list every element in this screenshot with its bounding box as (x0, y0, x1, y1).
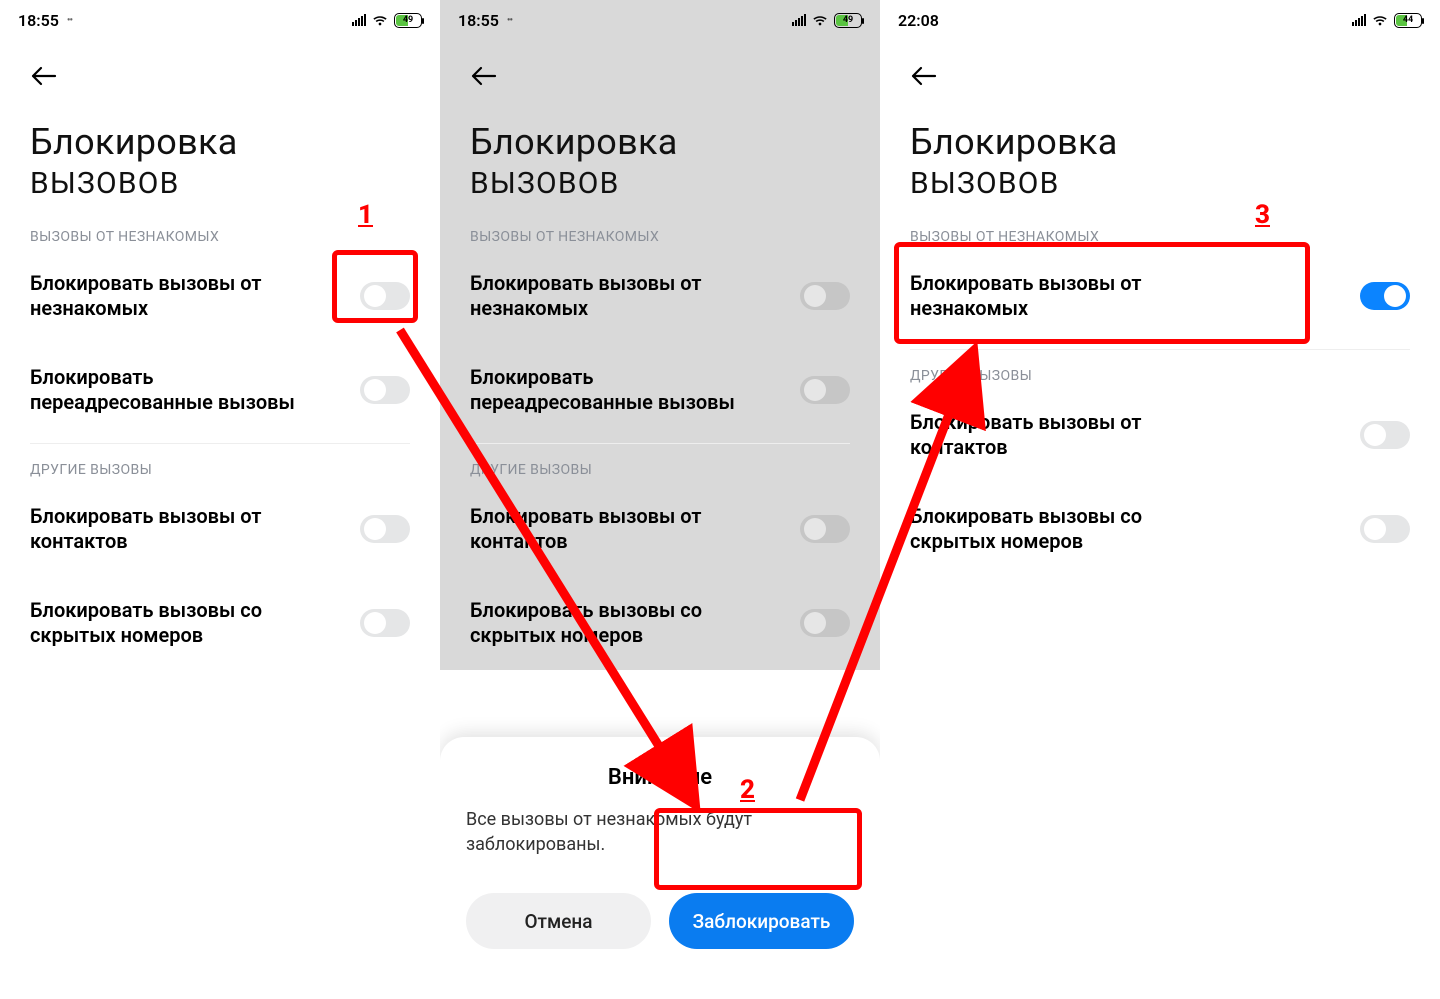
toggle-block-unknown[interactable] (1360, 282, 1410, 310)
dialog-title: Внимание (466, 765, 854, 790)
back-button[interactable] (910, 60, 942, 92)
row-block-hidden-label: Блокировать вызовы со скрытых номеров (910, 504, 1190, 554)
row-block-contacts[interactable]: Блокировать вызовы от контактов (30, 482, 410, 576)
divider (910, 349, 1410, 350)
toggle-block-contacts[interactable] (1360, 421, 1410, 449)
row-block-contacts-label: Блокировать вызовы от контактов (30, 504, 310, 554)
toggle-block-contacts[interactable] (800, 515, 850, 543)
status-dots: •• (67, 15, 72, 26)
page-title: Блокировка вызовов (910, 120, 1410, 203)
status-bar: 18:55 •• 49 (0, 0, 440, 40)
row-block-forwarded[interactable]: Блокировать переадресованные вызовы (470, 343, 850, 437)
status-bar: 22:08 44 (880, 0, 1440, 40)
row-block-forwarded-label: Блокировать переадресованные вызовы (470, 365, 750, 415)
toggle-block-hidden[interactable] (1360, 515, 1410, 543)
row-block-forwarded-label: Блокировать переадресованные вызовы (30, 365, 310, 415)
cancel-button[interactable]: Отмена (466, 893, 651, 949)
wifi-icon (372, 14, 388, 26)
row-block-hidden[interactable]: Блокировать вызовы со скрытых номеров (470, 576, 850, 670)
status-dots: •• (507, 15, 512, 26)
toggle-block-hidden[interactable] (800, 609, 850, 637)
toggle-block-unknown[interactable] (360, 282, 410, 310)
page-title: Блокировка вызовов (470, 120, 850, 203)
screen-2: 18:55 •• 49 Блокировка вызовов ВЫЗО (440, 0, 880, 999)
screen-3: 22:08 44 Блокировка вызовов ВЫЗОВЫ ОТ НЕ… (880, 0, 1440, 999)
row-block-hidden[interactable]: Блокировать вызовы со скрытых номеров (910, 482, 1410, 576)
row-block-forwarded[interactable]: Блокировать переадресованные вызовы (30, 343, 410, 437)
screen-1: 18:55 •• 49 Блокировка вызовов ВЫЗО (0, 0, 440, 999)
status-time: 18:55 (18, 11, 59, 30)
confirm-dialog: Внимание Все вызовы от незнакомых будут … (440, 737, 880, 999)
battery-icon: 49 (394, 13, 422, 28)
row-block-contacts[interactable]: Блокировать вызовы от контактов (910, 388, 1410, 482)
section-other-label: ДРУГИЕ ВЫЗОВЫ (30, 462, 410, 478)
dialog-text: Все вызовы от незнакомых будут заблокиро… (466, 808, 854, 857)
row-block-hidden[interactable]: Блокировать вызовы со скрытых номеров (30, 576, 410, 670)
divider (470, 443, 850, 444)
row-block-unknown[interactable]: Блокировать вызовы от незнакомых (30, 249, 410, 343)
wifi-icon (812, 14, 828, 26)
page-title: Блокировка вызовов (30, 120, 410, 203)
row-block-contacts-label: Блокировать вызовы от контактов (470, 504, 750, 554)
row-block-hidden-label: Блокировать вызовы со скрытых номеров (470, 598, 750, 648)
confirm-button[interactable]: Заблокировать (669, 893, 854, 949)
row-block-contacts-label: Блокировать вызовы от контактов (910, 410, 1190, 460)
section-unknown-label: ВЫЗОВЫ ОТ НЕЗНАКОМЫХ (30, 229, 410, 245)
signal-icon (352, 14, 366, 26)
battery-icon: 49 (834, 13, 862, 28)
toggle-block-forwarded[interactable] (360, 376, 410, 404)
battery-icon: 44 (1394, 13, 1422, 28)
status-time: 18:55 (458, 11, 499, 30)
row-block-unknown-label: Блокировать вызовы от незнакомых (470, 271, 750, 321)
back-button[interactable] (470, 60, 502, 92)
back-button[interactable] (30, 60, 62, 92)
toggle-block-unknown[interactable] (800, 282, 850, 310)
signal-icon (1352, 14, 1366, 26)
section-unknown-label: ВЫЗОВЫ ОТ НЕЗНАКОМЫХ (470, 229, 850, 245)
status-time: 22:08 (898, 11, 939, 30)
row-block-unknown-label: Блокировать вызовы от незнакомых (30, 271, 310, 321)
wifi-icon (1372, 14, 1388, 26)
row-block-hidden-label: Блокировать вызовы со скрытых номеров (30, 598, 310, 648)
toggle-block-hidden[interactable] (360, 609, 410, 637)
row-block-unknown[interactable]: Блокировать вызовы от незнакомых (470, 249, 850, 343)
divider (30, 443, 410, 444)
section-other-label: ДРУГИЕ ВЫЗОВЫ (910, 368, 1410, 384)
toggle-block-forwarded[interactable] (800, 376, 850, 404)
status-bar: 18:55 •• 49 (440, 0, 880, 40)
section-unknown-label: ВЫЗОВЫ ОТ НЕЗНАКОМЫХ (910, 229, 1410, 245)
section-other-label: ДРУГИЕ ВЫЗОВЫ (470, 462, 850, 478)
row-block-unknown-label: Блокировать вызовы от незнакомых (910, 271, 1190, 321)
row-block-contacts[interactable]: Блокировать вызовы от контактов (470, 482, 850, 576)
signal-icon (792, 14, 806, 26)
toggle-block-contacts[interactable] (360, 515, 410, 543)
row-block-unknown[interactable]: Блокировать вызовы от незнакомых (910, 249, 1410, 343)
